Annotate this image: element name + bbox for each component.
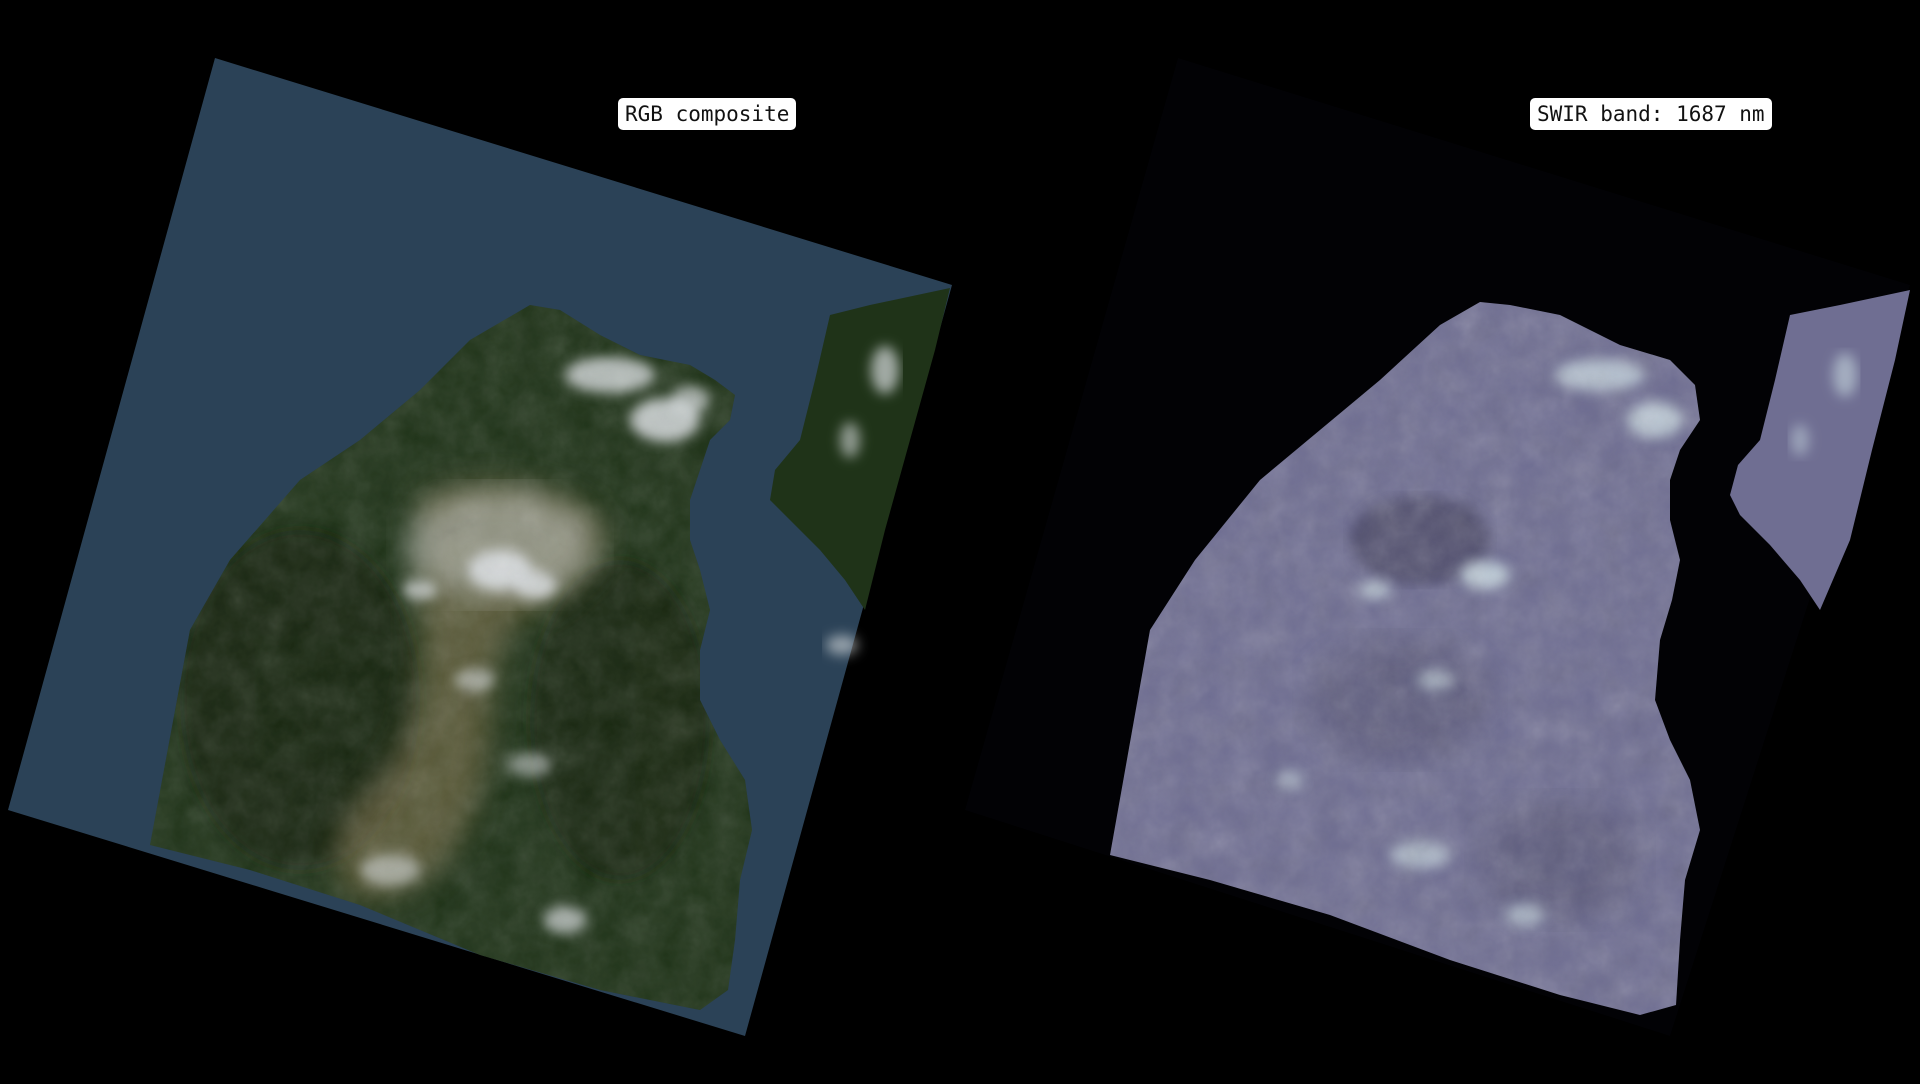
rgb-composite-image <box>8 58 952 1036</box>
figure-canvas: RGB composite SWIR band: 1687 nm <box>0 0 1920 1080</box>
rgb-composite-label: RGB composite <box>618 98 797 130</box>
swir-band-image <box>965 58 1910 1036</box>
satellite-figure <box>8 58 1910 1036</box>
swir-band-label: SWIR band: 1687 nm <box>1530 98 1772 130</box>
